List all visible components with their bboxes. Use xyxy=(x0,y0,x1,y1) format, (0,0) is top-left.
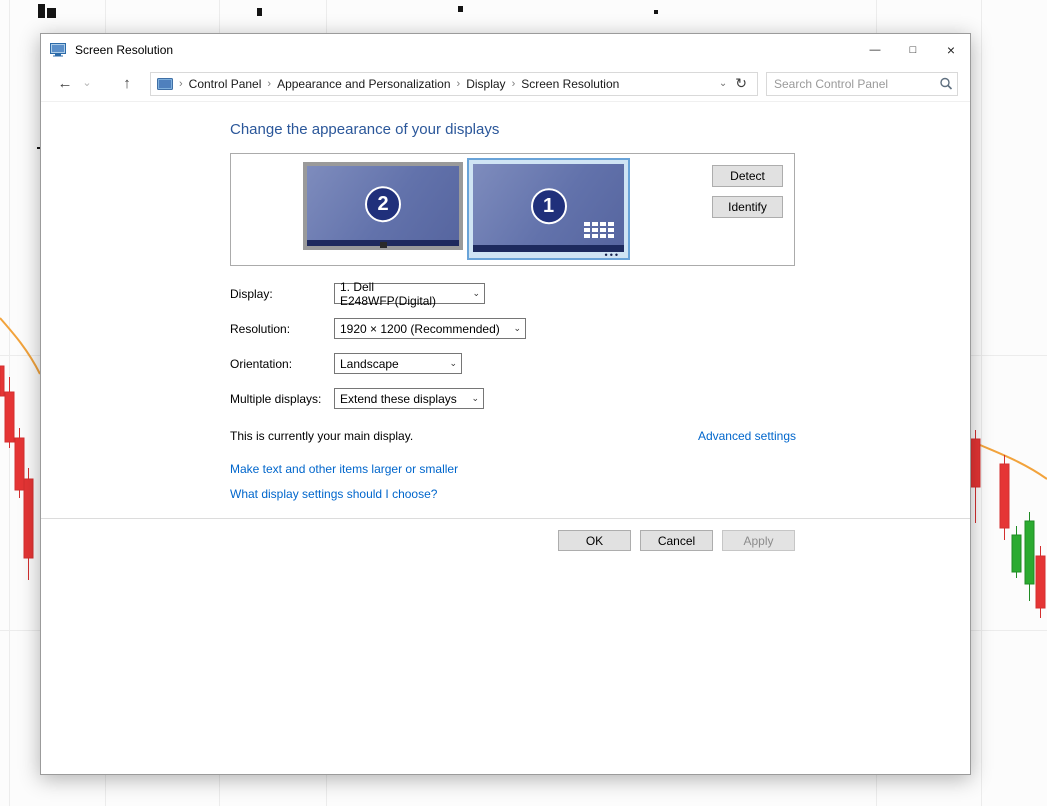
orientation-row: Orientation: Landscape ⌄ xyxy=(230,353,462,374)
breadcrumb-item-screen-resolution[interactable]: Screen Resolution xyxy=(517,77,623,91)
breadcrumb-item-control-panel[interactable]: Control Panel xyxy=(185,77,266,91)
screen-resolution-window: Screen Resolution — □ × ← ⌄ ↑ › Control … xyxy=(40,33,971,775)
app-icon xyxy=(50,43,66,57)
breadcrumb-separator-icon: › xyxy=(179,77,183,90)
display-settings-help-link[interactable]: What display settings should I choose? xyxy=(230,487,437,501)
multiple-displays-dropdown-value: Extend these displays xyxy=(340,391,457,406)
display-dropdown[interactable]: 1. Dell E248WFP(Digital) ⌄ xyxy=(334,280,485,308)
orientation-dropdown[interactable]: Landscape ⌄ xyxy=(334,353,462,374)
address-dropdown-icon[interactable]: ⌄ xyxy=(713,78,733,89)
main-display-note: This is currently your main display. xyxy=(230,429,414,443)
display-preview-panel: 2 1 ••• Detect Identify xyxy=(230,153,795,266)
multiple-displays-dropdown[interactable]: Extend these displays ⌄ xyxy=(334,388,484,409)
orientation-dropdown-value: Landscape xyxy=(340,356,399,371)
apply-button: Apply xyxy=(722,530,795,551)
display-row: Display: 1. Dell E248WFP(Digital) ⌄ xyxy=(230,280,485,308)
monitor-2-stand-notch xyxy=(380,242,387,248)
ok-button[interactable]: OK xyxy=(558,530,631,551)
caption-buttons: — □ × xyxy=(856,34,970,66)
refresh-icon[interactable]: ↻ xyxy=(733,75,753,92)
main-display-note-row: This is currently your main display. Adv… xyxy=(230,429,796,443)
navigation-bar: ← ⌄ ↑ › Control Panel › Appearance and P… xyxy=(41,66,970,102)
resolution-label: Resolution: xyxy=(230,321,291,336)
back-button[interactable]: ← xyxy=(54,76,76,91)
detect-button[interactable]: Detect xyxy=(712,165,783,187)
maximize-button[interactable]: □ xyxy=(894,34,932,66)
monitor-menu-dots-icon: ••• xyxy=(604,250,620,260)
recent-pages-button[interactable]: ⌄ xyxy=(76,78,98,89)
multiple-displays-label: Multiple displays: xyxy=(230,391,322,406)
advanced-settings-link[interactable]: Advanced settings xyxy=(698,429,796,443)
up-button[interactable]: ↑ xyxy=(116,76,138,91)
display-dropdown-value: 1. Dell E248WFP(Digital) xyxy=(340,279,437,308)
search-box[interactable] xyxy=(766,71,958,96)
resolution-dropdown[interactable]: 1920 × 1200 (Recommended) ⌄ xyxy=(334,318,526,339)
page-title: Change the appearance of your displays xyxy=(230,121,500,138)
candlesticks-left xyxy=(0,365,34,580)
chevron-down-icon: ⌄ xyxy=(472,288,480,298)
monitor-2[interactable]: 2 xyxy=(303,162,463,250)
breadcrumb: › Control Panel › Appearance and Persona… xyxy=(150,71,758,96)
close-button[interactable]: × xyxy=(932,34,970,66)
resolution-row: Resolution: 1920 × 1200 (Recommended) ⌄ xyxy=(230,318,526,339)
breadcrumb-separator-icon: › xyxy=(511,77,516,90)
breadcrumb-separator-icon: › xyxy=(456,77,461,90)
keyboard-grid-icon xyxy=(584,222,614,238)
control-panel-icon xyxy=(157,77,173,90)
monitor-1-bezel xyxy=(473,245,624,252)
footer-divider xyxy=(41,518,970,519)
chevron-down-icon: ⌄ xyxy=(471,393,479,403)
breadcrumb-separator-icon: › xyxy=(267,77,272,90)
display-label: Display: xyxy=(230,286,273,301)
window-title: Screen Resolution xyxy=(75,43,174,57)
breadcrumb-item-display[interactable]: Display xyxy=(462,77,509,91)
candlesticks-right xyxy=(970,430,1046,618)
monitor-1-screen: 1 xyxy=(473,164,624,252)
search-input[interactable] xyxy=(767,76,937,91)
monitor-1-number: 1 xyxy=(530,188,567,225)
make-text-larger-link[interactable]: Make text and other items larger or smal… xyxy=(230,462,458,476)
identify-button[interactable]: Identify xyxy=(712,196,783,218)
ma-line-left xyxy=(0,317,41,375)
chevron-down-icon: ⌄ xyxy=(449,358,457,368)
chevron-down-icon: ⌄ xyxy=(513,323,521,333)
cancel-button[interactable]: Cancel xyxy=(640,530,713,551)
title-bar[interactable]: Screen Resolution — □ × xyxy=(41,34,970,66)
search-icon[interactable] xyxy=(937,76,957,92)
minimize-button[interactable]: — xyxy=(856,34,894,66)
orientation-label: Orientation: xyxy=(230,356,293,371)
multiple-displays-row: Multiple displays: Extend these displays… xyxy=(230,388,484,409)
monitor-1[interactable]: 1 ••• xyxy=(467,158,630,260)
breadcrumb-item-appearance[interactable]: Appearance and Personalization xyxy=(273,77,454,91)
monitor-2-number: 2 xyxy=(365,186,401,223)
resolution-dropdown-value: 1920 × 1200 (Recommended) xyxy=(340,321,500,336)
